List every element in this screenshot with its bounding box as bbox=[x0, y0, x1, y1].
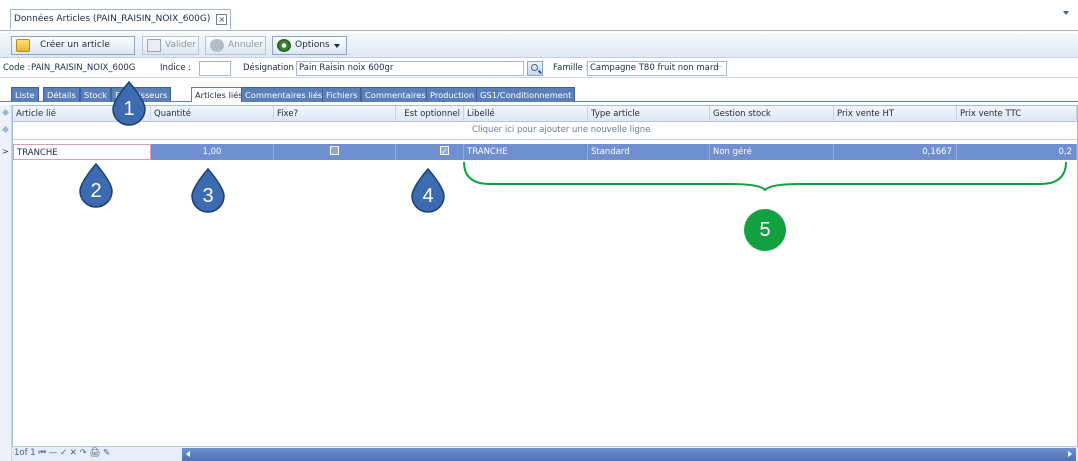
grouping-brace bbox=[463, 161, 1067, 192]
linked-articles-grid: Article lié Quantité Fixe? Est optionnel… bbox=[2, 105, 1078, 461]
new-row-placeholder[interactable]: Cliquer ici pour ajouter une nouvelle li… bbox=[13, 123, 1077, 140]
cell-prix-vente-ttc[interactable]: 0,2 bbox=[957, 144, 1077, 160]
tab-articles-lies[interactable]: Articles liés bbox=[191, 87, 247, 102]
header-marker-icon bbox=[1, 108, 10, 117]
tab-fichiers[interactable]: Fichiers bbox=[322, 87, 362, 102]
cancel-icon bbox=[210, 39, 224, 52]
code-value: PAIN_RAISIN_NOIX_600G bbox=[31, 63, 136, 73]
famille-field[interactable]: Campagne T80 fruit non mard bbox=[587, 61, 727, 76]
designation-field[interactable]: Pain Raisin noix 600gr bbox=[296, 61, 524, 76]
new-row-marker-icon bbox=[1, 125, 10, 134]
cell-type-article[interactable]: Standard bbox=[588, 144, 710, 160]
cell-article-lie[interactable]: TRANCHE bbox=[13, 144, 151, 160]
grid-header: Article lié Quantité Fixe? Est optionnel… bbox=[13, 106, 1077, 122]
indice-field[interactable] bbox=[199, 61, 231, 76]
column-header-fixe[interactable]: Fixe? bbox=[274, 106, 396, 122]
navigator-icons[interactable]: ⏮ — ✓ ✕ ↷ 🖨 ✎ bbox=[38, 448, 110, 458]
indice-label: Indice : bbox=[160, 63, 192, 73]
sub-tab-bar: Liste Détails Stock Fournisseurs Article… bbox=[0, 86, 1078, 102]
tab-production[interactable]: Production bbox=[426, 87, 479, 102]
document-tab[interactable]: Données Articles (PAIN_RAISIN_NOIX_600G)… bbox=[10, 9, 232, 29]
callout-number: 1 bbox=[123, 98, 135, 120]
chevron-down-icon bbox=[334, 44, 340, 48]
document-tab-bar: Données Articles (PAIN_RAISIN_NOIX_600G)… bbox=[0, 0, 1078, 31]
table-row[interactable]: > TRANCHE 1,00 TRANCHE Standard Non géré… bbox=[2, 144, 1077, 160]
folder-icon bbox=[16, 39, 30, 52]
callout-marker-3: 3 bbox=[188, 167, 228, 213]
famille-browse-button[interactable]: ··· bbox=[713, 62, 725, 75]
column-header-quantite[interactable]: Quantité bbox=[151, 106, 274, 122]
callout-marker-1: 1 bbox=[109, 80, 149, 126]
record-position: 1of 1 ⏮ — ✓ ✕ ↷ 🖨 ✎ bbox=[14, 448, 110, 458]
search-button[interactable] bbox=[527, 61, 543, 76]
article-fields: Code : PAIN_RAISIN_NOIX_600G Indice : Dé… bbox=[0, 60, 1078, 78]
close-icon[interactable]: × bbox=[216, 14, 228, 25]
search-icon bbox=[531, 64, 538, 71]
validate-label: Valider bbox=[165, 40, 196, 50]
code-label: Code : bbox=[3, 63, 31, 73]
callout-number: 2 bbox=[90, 180, 102, 202]
cancel-button[interactable]: Annuler bbox=[205, 36, 266, 55]
toolbar: Créer un article Valider Annuler Options bbox=[0, 33, 1078, 58]
save-icon bbox=[147, 39, 161, 52]
options-dropdown-button[interactable]: Options bbox=[272, 36, 347, 55]
tab-commentaires[interactable]: Commentaires bbox=[361, 87, 430, 102]
callout-number: 4 bbox=[422, 185, 434, 207]
row-pointer-icon: > bbox=[2, 147, 9, 156]
record-navigator: 1of 1 ⏮ — ✓ ✕ ↷ 🖨 ✎ bbox=[12, 446, 1078, 461]
famille-label: Famille : bbox=[553, 63, 589, 73]
cell-gestion-stock[interactable]: Non géré bbox=[710, 144, 834, 160]
options-label: Options bbox=[295, 40, 330, 50]
column-header-est-optionnel[interactable]: Est optionnel bbox=[396, 106, 464, 122]
optionnel-checkbox[interactable] bbox=[440, 144, 449, 160]
column-header-libelle[interactable]: Libellé bbox=[464, 106, 588, 122]
tab-gs1-conditionnement[interactable]: GS1/Conditionnement bbox=[476, 87, 576, 102]
options-icon bbox=[277, 39, 291, 52]
fixe-checkbox[interactable] bbox=[330, 146, 339, 155]
chevron-down-icon[interactable] bbox=[1063, 11, 1069, 15]
column-header-prix-vente-ttc[interactable]: Prix vente TTC bbox=[957, 106, 1077, 122]
designation-label: Désignation : bbox=[243, 63, 300, 73]
grid-row-indicator-column bbox=[0, 105, 12, 461]
callout-marker-2: 2 bbox=[76, 162, 116, 208]
column-header-prix-vente-ht[interactable]: Prix vente HT bbox=[834, 106, 957, 122]
tab-commentaires-lies[interactable]: Commentaires liés bbox=[241, 87, 327, 102]
tab-details[interactable]: Détails bbox=[43, 87, 80, 102]
column-header-gestion-stock[interactable]: Gestion stock bbox=[710, 106, 834, 122]
column-header-type-article[interactable]: Type article bbox=[588, 106, 710, 122]
create-article-label: Créer un article bbox=[40, 40, 110, 50]
cell-prix-vente-ht[interactable]: 0,1667 bbox=[834, 144, 957, 160]
cell-est-optionnel[interactable] bbox=[396, 144, 464, 160]
tab-stock[interactable]: Stock bbox=[80, 87, 111, 102]
create-article-button[interactable]: Créer un article bbox=[11, 36, 135, 55]
callout-marker-4: 4 bbox=[408, 167, 448, 213]
cell-libelle[interactable]: TRANCHE bbox=[464, 144, 588, 160]
cancel-label: Annuler bbox=[228, 40, 264, 50]
scroll-right-icon[interactable] bbox=[1068, 451, 1072, 457]
callout-marker-5: 5 bbox=[744, 209, 786, 251]
tab-liste[interactable]: Liste bbox=[11, 87, 39, 102]
navigator-record-text: 1of 1 bbox=[14, 448, 36, 458]
horizontal-scrollbar[interactable] bbox=[182, 448, 1076, 461]
cell-fixe[interactable] bbox=[274, 144, 396, 160]
document-tab-title: Données Articles (PAIN_RAISIN_NOIX_600G) bbox=[14, 14, 211, 24]
cell-quantite[interactable]: 1,00 bbox=[151, 144, 274, 160]
callout-number: 3 bbox=[202, 185, 214, 207]
new-row-hint: Cliquer ici pour ajouter une nouvelle li… bbox=[472, 125, 651, 135]
scroll-left-icon[interactable] bbox=[186, 451, 190, 457]
validate-button[interactable]: Valider bbox=[142, 36, 199, 55]
